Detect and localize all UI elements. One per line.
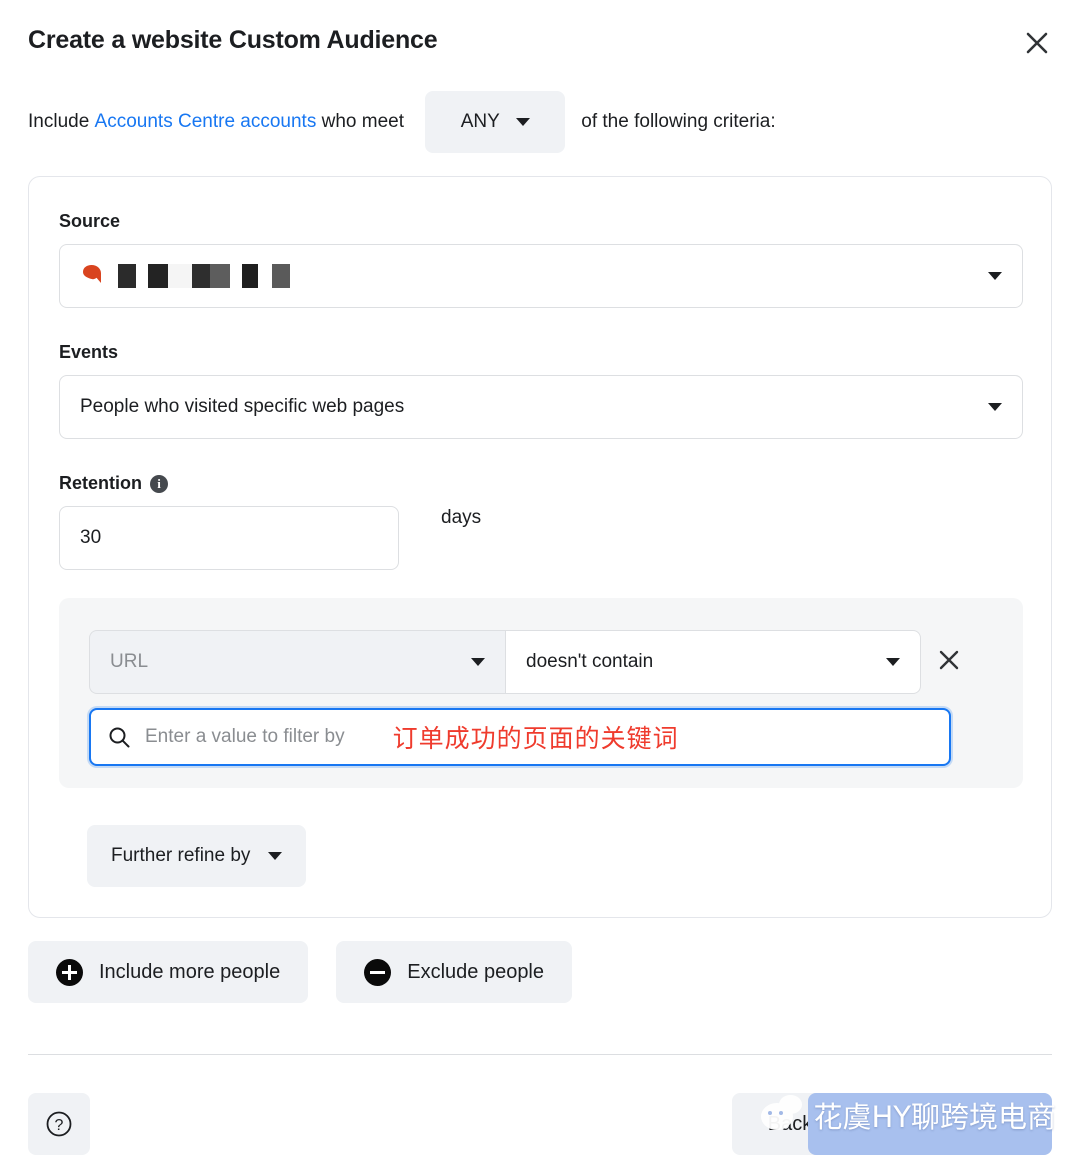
accounts-centre-link[interactable]: Accounts Centre accounts	[95, 111, 317, 133]
filter-row: URL doesn't contain	[89, 630, 977, 694]
dialog-header: Create a website Custom Audience	[0, 0, 1080, 82]
retention-input[interactable]: 30	[59, 506, 399, 570]
minus-circle-icon	[364, 958, 392, 986]
events-value: People who visited specific web pages	[80, 396, 405, 417]
plus-circle-icon	[56, 958, 83, 986]
close-icon	[1024, 30, 1050, 56]
redaction-block	[136, 264, 148, 288]
question-mark-icon: ?	[46, 1111, 72, 1137]
events-label: Events	[59, 342, 119, 362]
close-icon	[937, 648, 961, 677]
include-suffix-text: of the following criteria:	[581, 111, 776, 132]
filter-operator-dropdown[interactable]: doesn't contain	[505, 630, 921, 694]
filter-field-dropdown[interactable]: URL	[89, 630, 505, 694]
redaction-block	[210, 264, 230, 288]
events-dropdown[interactable]: People who visited specific web pages	[59, 375, 1023, 439]
match-type-value: ANY	[460, 111, 500, 132]
audience-action-buttons: Include more people Exclude people	[28, 941, 573, 1003]
events-section: Events People who visited specific web p…	[59, 342, 1023, 439]
chevron-down-icon	[886, 658, 900, 666]
filter-value-input[interactable]: Enter a value to filter by 订单成功的页面的关键词	[89, 708, 951, 766]
redaction-block	[272, 264, 290, 288]
redaction-block	[230, 264, 242, 288]
filter-group: URL doesn't contain Enter a value to fil…	[59, 598, 1023, 788]
include-more-people-button[interactable]: Include more people	[28, 941, 309, 1003]
include-prefix-text: Include	[28, 111, 95, 132]
source-brand-icon	[80, 263, 106, 289]
criteria-card: Source Events People who visited specifi…	[28, 176, 1052, 918]
retention-section: Retention i 30	[59, 473, 399, 570]
redaction-block	[258, 264, 272, 288]
source-dropdown[interactable]	[59, 244, 1023, 308]
redaction-block	[192, 264, 210, 288]
include-criteria-row: Include Accounts Centre accounts who mee…	[28, 91, 1052, 153]
match-type-dropdown[interactable]: ANY	[425, 91, 566, 153]
info-icon[interactable]: i	[150, 474, 168, 493]
retention-value: 30	[80, 527, 102, 548]
svg-text:?: ?	[55, 1117, 64, 1134]
retention-label: Retention i	[59, 473, 399, 494]
retention-unit-label: days	[441, 507, 482, 528]
include-middle-text: who meet	[316, 111, 410, 132]
page-title: Create a website Custom Audience	[28, 26, 438, 54]
annotation-text: 订单成功的页面的关键词	[392, 724, 679, 753]
filter-operator-value: doesn't contain	[526, 651, 654, 672]
back-button-label: Back	[767, 1112, 813, 1135]
filter-field-value: URL	[110, 651, 149, 672]
chevron-down-icon	[471, 658, 485, 666]
footer-divider	[28, 1054, 1052, 1055]
help-button[interactable]: ?	[28, 1093, 90, 1155]
search-icon	[107, 725, 131, 749]
chevron-down-icon	[515, 118, 530, 126]
dialog-footer: ? Back	[0, 1080, 1080, 1169]
include-more-people-label: Include more people	[99, 960, 281, 983]
redaction-block	[148, 264, 168, 288]
remove-filter-button[interactable]	[921, 630, 977, 694]
further-refine-button[interactable]: Further refine by	[87, 825, 307, 887]
filter-value-placeholder: Enter a value to filter by	[145, 726, 345, 747]
primary-submit-button[interactable]	[808, 1093, 1052, 1155]
source-value-redacted	[80, 263, 988, 289]
source-label: Source	[59, 211, 121, 231]
retention-label-text: Retention	[59, 473, 142, 493]
redaction-block	[242, 264, 258, 288]
exclude-people-label: Exclude people	[407, 960, 545, 983]
source-section: Source	[59, 211, 1023, 308]
redaction-block	[118, 264, 136, 288]
further-refine-label: Further refine by	[111, 845, 251, 866]
redaction-block	[168, 264, 192, 288]
chevron-down-icon	[988, 272, 1002, 280]
chevron-down-icon	[268, 852, 283, 860]
chevron-down-icon	[988, 403, 1002, 411]
close-dialog-button[interactable]	[1016, 22, 1058, 64]
exclude-people-button[interactable]: Exclude people	[336, 941, 573, 1003]
